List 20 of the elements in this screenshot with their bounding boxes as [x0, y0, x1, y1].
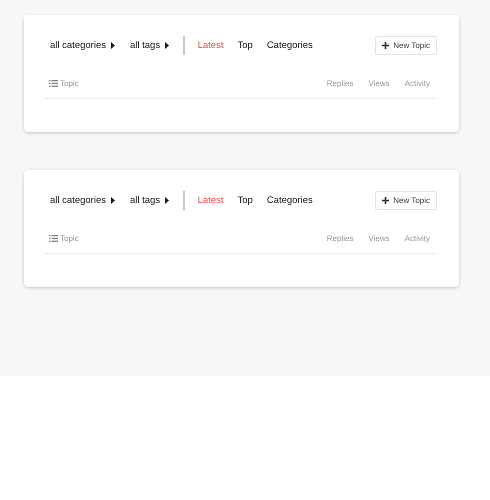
nav-tab[interactable]: Top	[237, 40, 253, 50]
filter-dropdown[interactable]: all categories	[50, 194, 115, 206]
list-icon	[49, 80, 58, 87]
nav-tab[interactable]: Categories	[266, 194, 313, 206]
nav-tab[interactable]: Latest	[198, 194, 224, 206]
nav-tab[interactable]: Latest	[198, 40, 224, 50]
nav-tab[interactable]: Top	[237, 194, 253, 206]
caret-icon	[110, 196, 115, 204]
filter-dropdown[interactable]: all categories	[50, 40, 115, 50]
caret-icon	[165, 42, 170, 48]
plus-icon	[382, 196, 390, 204]
list-icon	[49, 235, 58, 242]
new-topic-button[interactable]: New Topic	[375, 190, 437, 210]
filter-dropdown[interactable]: all tags	[130, 40, 170, 50]
caret-icon	[110, 42, 115, 48]
caret-icon	[165, 196, 170, 204]
nav-tab[interactable]: Categories	[266, 40, 313, 50]
new-topic-button[interactable]: New Topic	[375, 36, 437, 54]
plus-icon	[382, 42, 390, 48]
filter-dropdown[interactable]: all tags	[130, 194, 170, 206]
